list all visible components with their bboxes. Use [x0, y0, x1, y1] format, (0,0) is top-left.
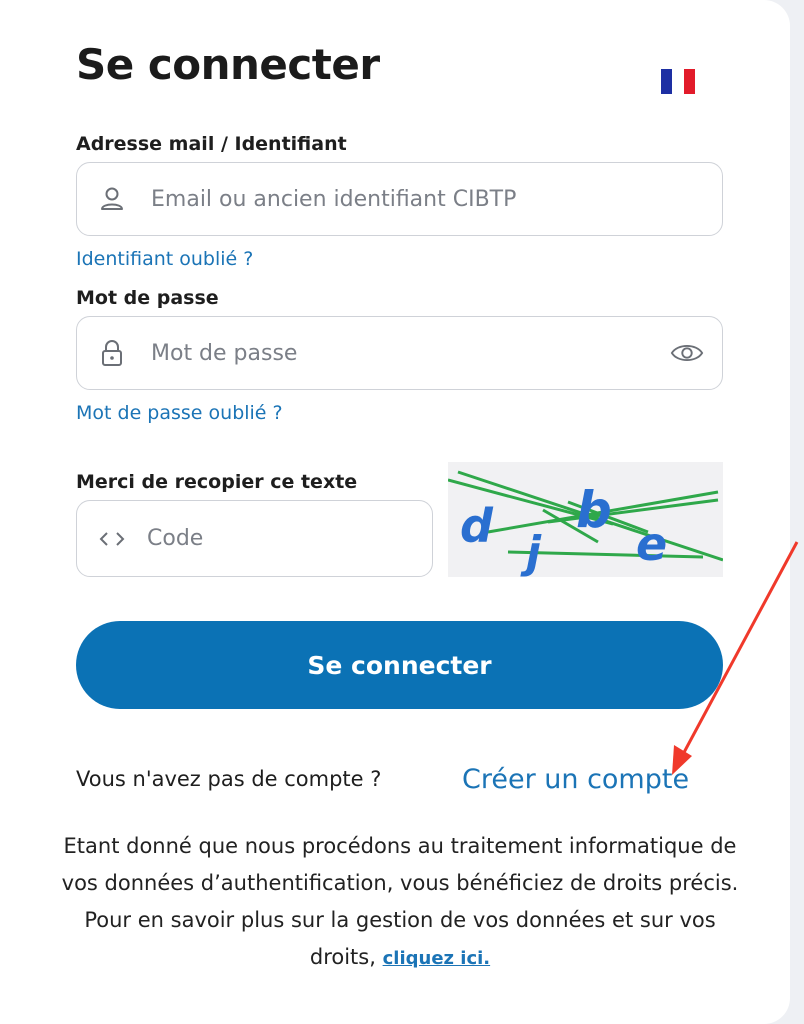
page-title: Se connecter	[76, 40, 380, 89]
submit-button[interactable]: Se connecter	[76, 621, 723, 709]
flag-blue-stripe	[661, 69, 673, 94]
flag-red-stripe	[683, 69, 695, 94]
email-input[interactable]	[149, 163, 652, 235]
captcha-field-container[interactable]	[76, 500, 433, 577]
captcha-image: d j b e	[447, 462, 724, 578]
captcha-char: e	[636, 517, 667, 571]
flag-white-stripe	[672, 69, 684, 94]
eye-icon[interactable]	[670, 341, 704, 365]
captcha-label: Merci de recopier ce texte	[76, 471, 358, 493]
captcha-char: b	[576, 481, 612, 539]
password-label: Mot de passe	[76, 287, 219, 309]
captcha-input[interactable]	[145, 501, 362, 576]
forgot-identifier-link[interactable]: Identifiant oublié ?	[76, 248, 253, 270]
legal-notice: Etant donné que nous procédons au traite…	[60, 828, 740, 977]
create-account-link[interactable]: Créer un compte	[462, 764, 689, 795]
code-icon	[99, 531, 125, 546]
captcha-char: d	[460, 499, 494, 553]
login-card: Se connecter Adresse mail / Identifiant …	[0, 0, 790, 1024]
user-icon	[101, 187, 123, 210]
forgot-password-link[interactable]: Mot de passe oublié ?	[76, 402, 283, 424]
french-flag-icon[interactable]	[661, 69, 695, 94]
email-label: Adresse mail / Identifiant	[76, 133, 347, 155]
email-field-container[interactable]	[76, 162, 723, 236]
password-input[interactable]	[149, 317, 652, 389]
privacy-link[interactable]: cliquez ici.	[383, 948, 491, 969]
lock-icon	[102, 340, 122, 366]
no-account-prompt: Vous n'avez pas de compte ?	[76, 767, 382, 791]
password-field-container[interactable]	[76, 316, 723, 390]
